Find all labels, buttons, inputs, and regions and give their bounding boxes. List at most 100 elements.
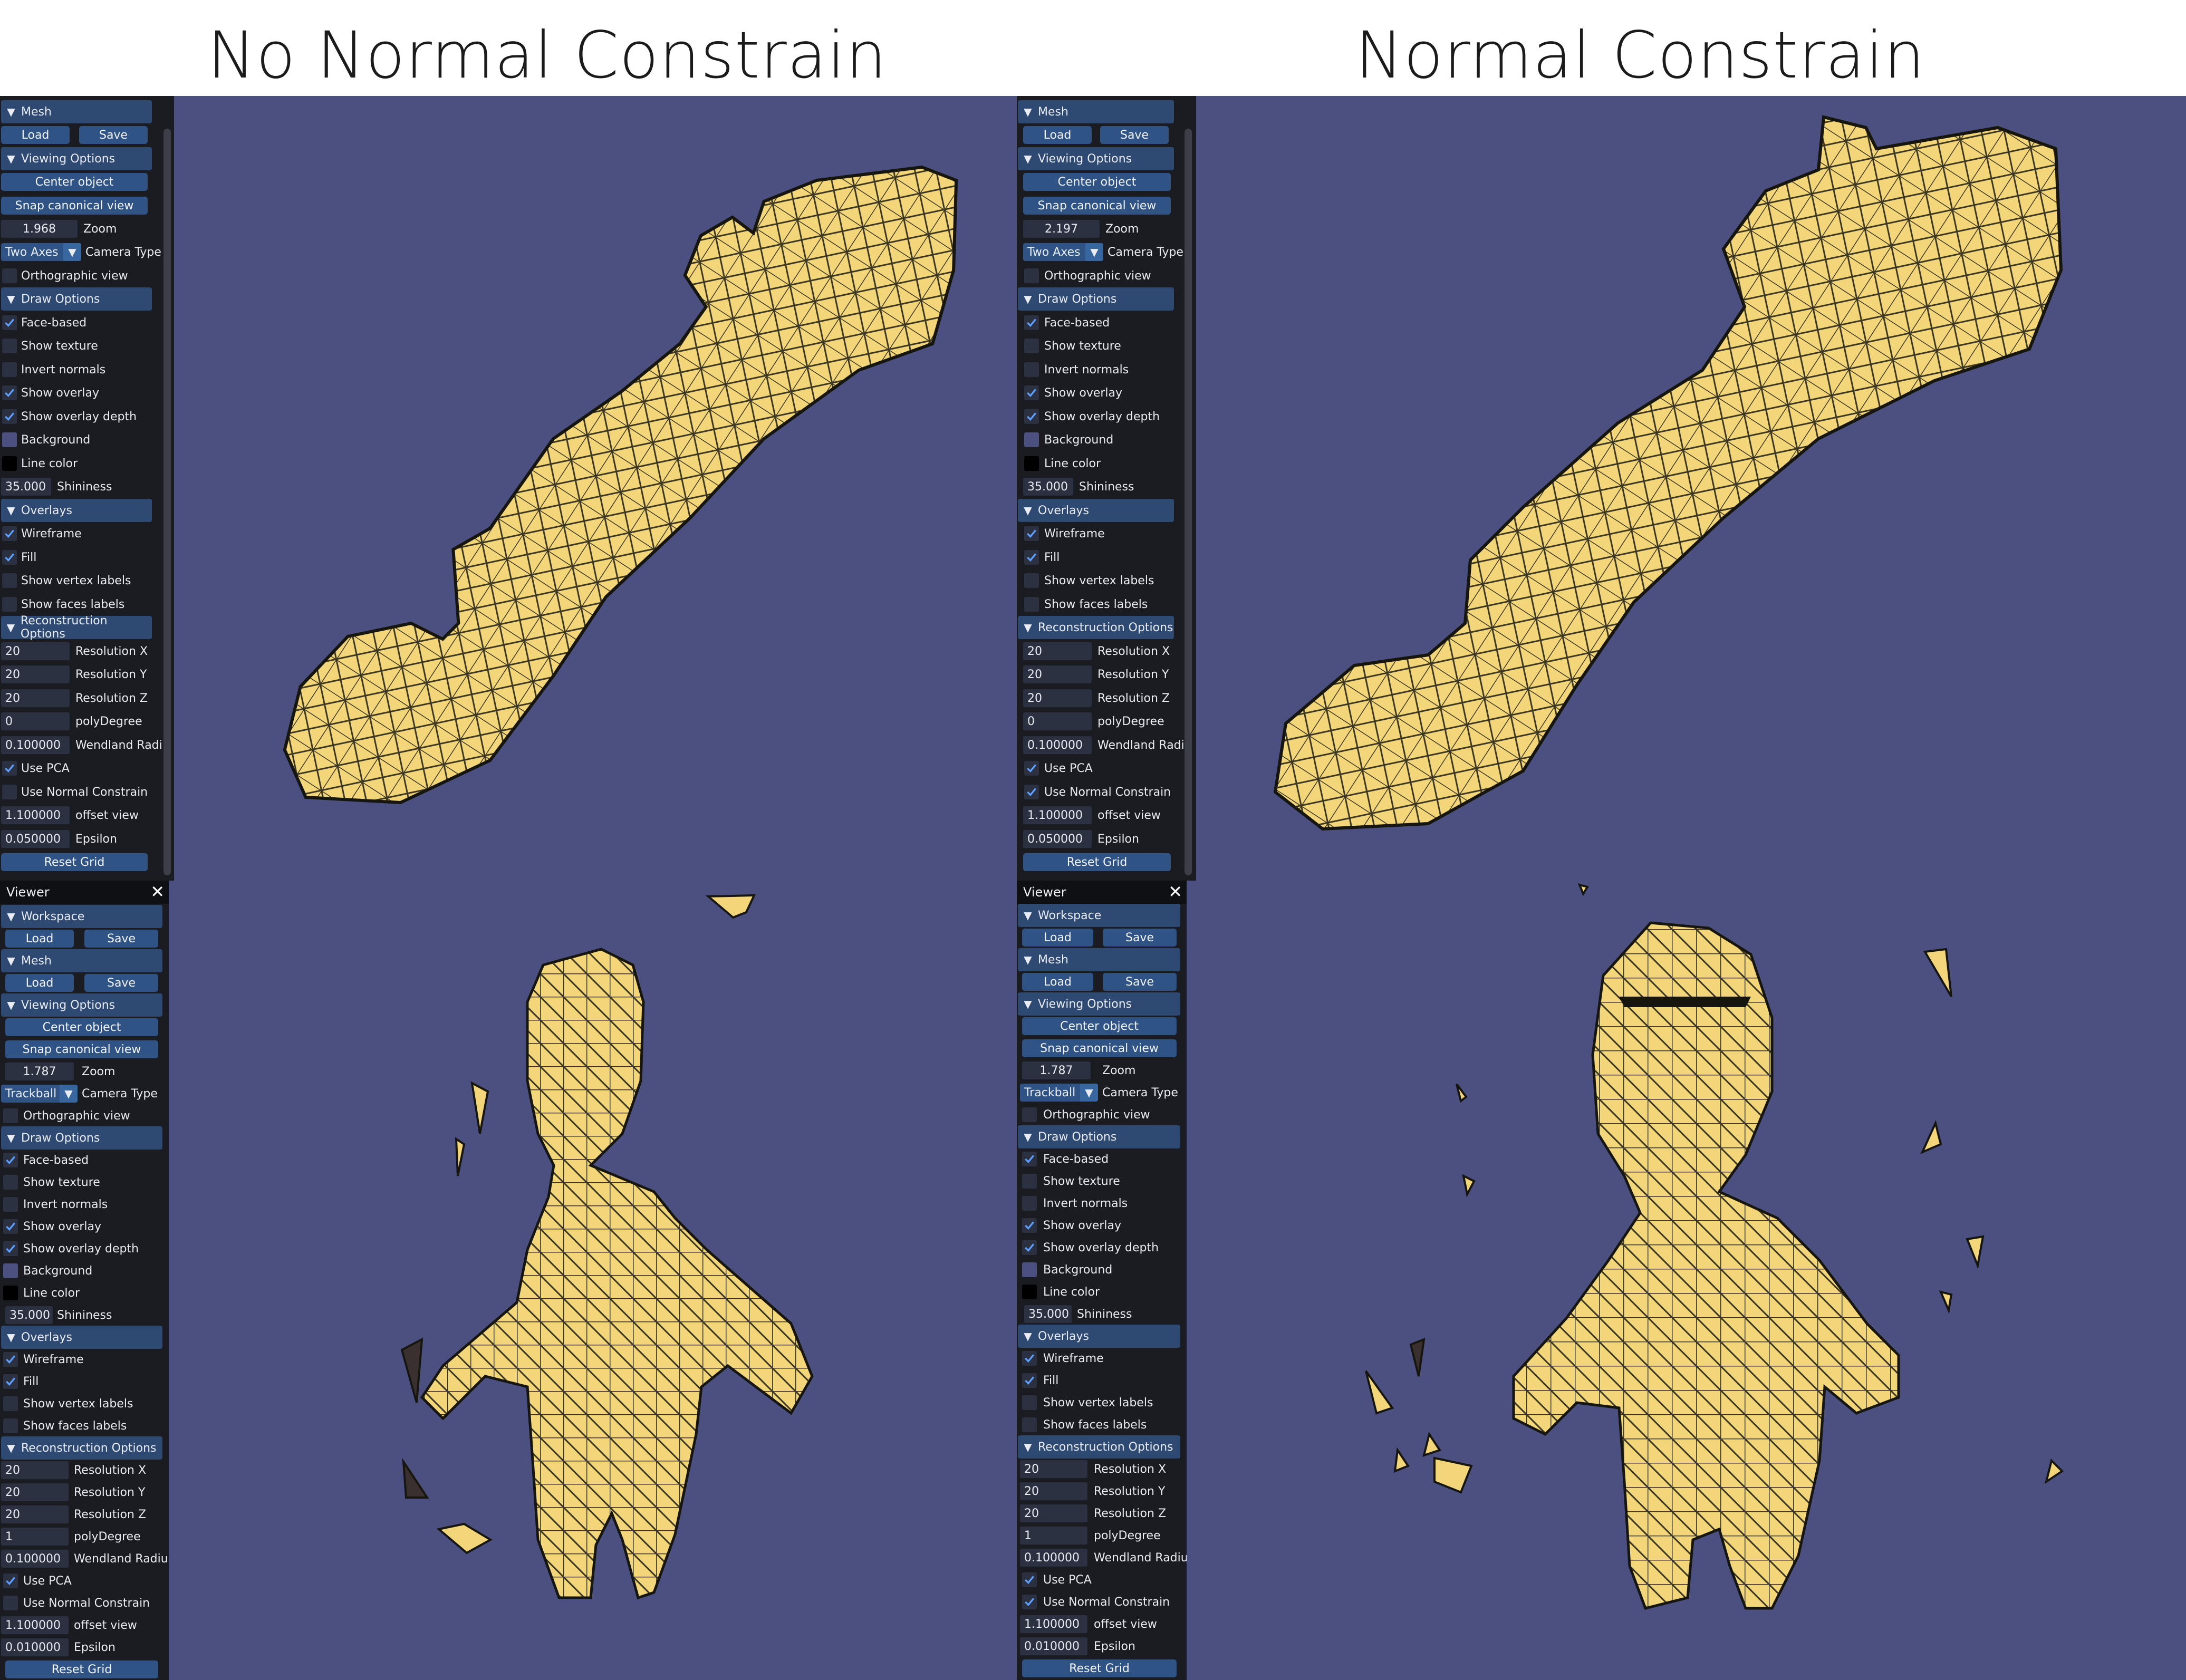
close-icon[interactable]: ✕ — [1168, 882, 1182, 902]
section-overlays[interactable]: ▼ Overlays — [1018, 499, 1174, 523]
line-color-swatch[interactable] — [3, 1286, 18, 1300]
show-overlay-depth-checkbox[interactable] — [1022, 1240, 1037, 1255]
save-button[interactable]: Save — [79, 126, 148, 144]
section-overlays[interactable]: ▼ Overlays — [1, 1326, 162, 1349]
use-pca-checkbox[interactable] — [2, 761, 17, 776]
workspace-save-button[interactable]: Save — [1103, 929, 1177, 947]
workspace-load-button[interactable]: Load — [5, 930, 74, 948]
center-object-button[interactable]: Center object — [5, 1018, 158, 1037]
show-faces-labels-checkbox[interactable] — [1022, 1417, 1037, 1432]
wireframe-checkbox[interactable] — [1024, 526, 1039, 541]
epsilon-field[interactable]: 0.010000 — [1020, 1637, 1087, 1656]
resolution-y-field[interactable]: 20 — [1, 1483, 69, 1502]
reset-grid-button[interactable]: Reset Grid — [1023, 853, 1171, 872]
wendland-radius-field[interactable]: 0.100000 — [1, 736, 70, 755]
wendland-radius-field[interactable]: 0.100000 — [1023, 736, 1092, 755]
epsilon-field[interactable]: 0.010000 — [1, 1638, 69, 1657]
orthographic-checkbox[interactable] — [3, 1108, 18, 1123]
resolution-y-field[interactable]: 20 — [1, 665, 70, 684]
fill-checkbox[interactable] — [2, 550, 17, 565]
section-viewing-options[interactable]: ▼ Viewing Options — [1, 993, 162, 1017]
section-draw-options[interactable]: ▼ Draw Options — [1, 1126, 162, 1150]
section-viewing-options[interactable]: ▼ Viewing Options — [1018, 992, 1180, 1016]
orthographic-checkbox[interactable] — [1024, 268, 1039, 283]
close-icon[interactable]: ✕ — [150, 882, 165, 902]
wendland-radius-field[interactable]: 0.100000 — [1, 1550, 69, 1568]
center-object-button[interactable]: Center object — [1023, 173, 1171, 191]
show-overlay-depth-checkbox[interactable] — [1024, 409, 1039, 424]
viewport-3d[interactable] — [1196, 96, 2186, 881]
section-mesh[interactable]: ▼ Mesh — [1018, 948, 1180, 972]
background-color-swatch[interactable] — [2, 432, 17, 447]
camera-type-select[interactable]: Two Axes ▼ — [1023, 243, 1103, 262]
section-overlays[interactable]: ▼ Overlays — [1, 499, 152, 523]
show-vertex-labels-checkbox[interactable] — [2, 573, 17, 588]
offset-view-field[interactable]: 1.100000 — [1, 806, 70, 825]
face-based-checkbox[interactable] — [1024, 315, 1039, 330]
invert-normals-checkbox[interactable] — [1024, 362, 1039, 377]
load-button[interactable]: Load — [1023, 126, 1092, 144]
section-reconstruction-options[interactable]: ▼ Reconstruction Options — [1, 614, 152, 641]
show-overlay-checkbox[interactable] — [1024, 385, 1039, 400]
section-reconstruction-options[interactable]: ▼ Reconstruction Options — [1, 1436, 162, 1460]
use-normal-constrain-checkbox[interactable] — [2, 785, 17, 799]
use-normal-constrain-checkbox[interactable] — [1022, 1595, 1037, 1609]
zoom-field[interactable]: 1.787 — [1022, 1061, 1091, 1080]
snap-canonical-view-button[interactable]: Snap canonical view — [5, 1040, 158, 1059]
snap-canonical-view-button[interactable]: Snap canonical view — [1022, 1039, 1177, 1058]
section-viewing-options[interactable]: ▼ Viewing Options — [1, 147, 152, 171]
resolution-y-field[interactable]: 20 — [1023, 665, 1092, 684]
resolution-x-field[interactable]: 20 — [1020, 1460, 1087, 1479]
resolution-x-field[interactable]: 20 — [1, 1461, 69, 1480]
use-pca-checkbox[interactable] — [1022, 1572, 1037, 1587]
section-reconstruction-options[interactable]: ▼ Reconstruction Options — [1018, 1435, 1180, 1459]
reset-grid-button[interactable]: Reset Grid — [1022, 1659, 1177, 1678]
fill-checkbox[interactable] — [1024, 550, 1039, 565]
offset-view-field[interactable]: 1.100000 — [1, 1616, 69, 1635]
show-vertex-labels-checkbox[interactable] — [1024, 573, 1039, 588]
camera-type-select[interactable]: Two Axes ▼ — [1, 243, 81, 262]
snap-canonical-view-button[interactable]: Snap canonical view — [1023, 197, 1171, 215]
epsilon-field[interactable]: 0.050000 — [1, 830, 70, 848]
face-based-checkbox[interactable] — [2, 315, 17, 330]
viewport-3d[interactable] — [1187, 881, 2186, 1680]
reset-grid-button[interactable]: Reset Grid — [5, 1660, 158, 1679]
use-pca-checkbox[interactable] — [1024, 761, 1039, 776]
background-color-swatch[interactable] — [1024, 432, 1039, 447]
section-draw-options[interactable]: ▼ Draw Options — [1, 287, 152, 311]
use-normal-constrain-checkbox[interactable] — [3, 1596, 18, 1610]
zoom-field[interactable]: 2.197 — [1023, 220, 1100, 238]
show-texture-checkbox[interactable] — [1024, 339, 1039, 353]
face-based-checkbox[interactable] — [3, 1153, 18, 1167]
load-button[interactable]: Load — [1022, 973, 1093, 991]
shininess-field[interactable]: 35.000 — [1, 478, 51, 496]
shininess-field[interactable]: 35.000 — [1024, 1305, 1072, 1324]
invert-normals-checkbox[interactable] — [2, 362, 17, 377]
resolution-y-field[interactable]: 20 — [1020, 1482, 1087, 1501]
line-color-swatch[interactable] — [1024, 456, 1039, 471]
show-faces-labels-checkbox[interactable] — [2, 597, 17, 612]
resolution-x-field[interactable]: 20 — [1, 642, 70, 661]
camera-type-select[interactable]: Trackball ▼ — [1, 1085, 78, 1103]
camera-type-select[interactable]: Trackball ▼ — [1020, 1084, 1098, 1102]
wireframe-checkbox[interactable] — [1022, 1351, 1037, 1366]
offset-view-field[interactable]: 1.100000 — [1023, 806, 1092, 825]
fill-checkbox[interactable] — [3, 1374, 18, 1389]
poly-degree-field[interactable]: 1 — [1020, 1527, 1087, 1545]
workspace-save-button[interactable]: Save — [84, 930, 158, 948]
show-overlay-checkbox[interactable] — [1022, 1218, 1037, 1233]
resolution-z-field[interactable]: 20 — [1023, 689, 1092, 708]
invert-normals-checkbox[interactable] — [1022, 1196, 1037, 1211]
resolution-z-field[interactable]: 20 — [1, 689, 70, 708]
viewport-3d[interactable] — [174, 96, 1017, 881]
show-texture-checkbox[interactable] — [1022, 1174, 1037, 1189]
save-button[interactable]: Save — [84, 974, 158, 992]
section-reconstruction-options[interactable]: ▼ Reconstruction Options — [1018, 616, 1174, 640]
show-vertex-labels-checkbox[interactable] — [1022, 1395, 1037, 1410]
show-overlay-depth-checkbox[interactable] — [2, 409, 17, 424]
orthographic-checkbox[interactable] — [1022, 1107, 1037, 1122]
show-faces-labels-checkbox[interactable] — [3, 1418, 18, 1433]
snap-canonical-view-button[interactable]: Snap canonical view — [1, 197, 148, 215]
load-button[interactable]: Load — [5, 974, 74, 992]
resolution-z-field[interactable]: 20 — [1, 1505, 69, 1524]
